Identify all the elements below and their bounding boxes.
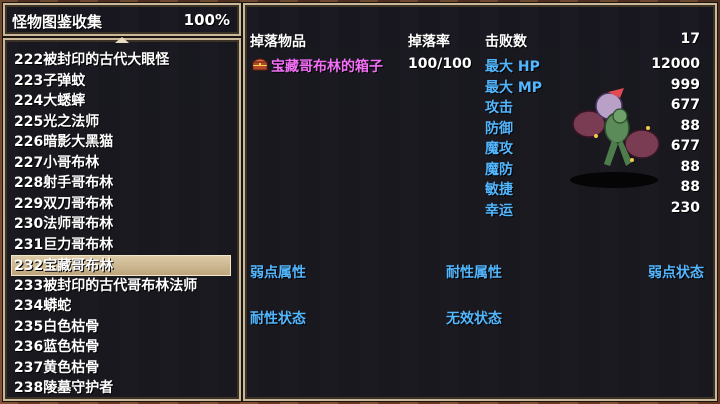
- monster-list-item[interactable]: 237黄色枯骨: [5, 358, 239, 379]
- monster-list-item[interactable]: 235白色枯骨: [5, 317, 239, 338]
- monster-list-item[interactable]: 223子弹蚊: [5, 71, 239, 92]
- monster-list-item[interactable]: 222被封印的古代大眼怪: [5, 50, 239, 71]
- resist-state-label: 耐性状态: [250, 311, 306, 327]
- treasure-goblin-sprite: [570, 88, 660, 188]
- completion-percent: 100%: [183, 11, 230, 29]
- monster-list-item[interactable]: 236蓝色枯骨: [5, 337, 239, 358]
- monster-list-item[interactable]: 229双刀哥布林: [5, 194, 239, 215]
- scroll-up-arrow-icon[interactable]: [115, 37, 129, 43]
- monster-list-item[interactable]: 238陵墓守护者: [5, 378, 239, 399]
- defeated-label: 击败数: [485, 34, 527, 50]
- drop-rate-header: 掉落率: [408, 34, 450, 50]
- stat-value: 230: [670, 199, 700, 216]
- drop-item-rate: 100/100: [408, 56, 472, 72]
- monster-list-item[interactable]: 234蟒蛇: [5, 296, 239, 317]
- monster-list-item[interactable]: 227小哥布林: [5, 153, 239, 174]
- drop-item-header: 掉落物品: [250, 34, 306, 50]
- monster-list-item[interactable]: 231巨力哥布林: [5, 235, 239, 256]
- treasure-chest-icon: [252, 58, 268, 71]
- resist-attribute-label: 耐性属性: [446, 265, 502, 281]
- monster-list-item[interactable]: 224大蟋蟀: [5, 91, 239, 112]
- monster-list-window[interactable]: 222被封印的古代大眼怪 223子弹蚊 224大蟋蟀 225光之法师 226暗影大黑猫 2…: [3, 37, 241, 401]
- weak-attribute-label: 弱点属性: [250, 265, 306, 281]
- drop-item-name: 宝藏哥布林的箱子: [271, 59, 383, 75]
- monster-list-item[interactable]: 230法师哥布林: [5, 214, 239, 235]
- collection-title: 怪物图鉴收集: [12, 13, 103, 31]
- weak-state-label: 弱点状态: [648, 265, 704, 281]
- stat-label: 魔攻: [485, 141, 513, 157]
- title-window: 怪物图鉴收集 100%: [3, 3, 241, 36]
- monster-list-item[interactable]: 226暗影大黑猫: [5, 132, 239, 153]
- stat-value: 12000: [651, 56, 700, 72]
- monster-list-item[interactable]: 228射手哥布林: [5, 173, 239, 194]
- stat-label: 敏捷: [485, 182, 513, 198]
- monster-list-item[interactable]: 233被封印的古代哥布林法师: [5, 276, 239, 297]
- stat-label: 最大 HP: [485, 59, 540, 75]
- monster-list-item[interactable]: 232宝藏哥布林: [11, 255, 231, 276]
- immune-state-label: 无效状态: [446, 311, 502, 327]
- defeated-value: 17: [680, 31, 700, 47]
- stat-label: 最大 MP: [485, 79, 543, 96]
- monster-list-item[interactable]: 225光之法师: [5, 112, 239, 133]
- monster-list: 222被封印的古代大眼怪 223子弹蚊 224大蟋蟀 225光之法师 226暗影大黑猫 2…: [5, 50, 239, 399]
- stat-label: 幸运: [485, 202, 513, 219]
- stat-label: 魔防: [485, 161, 513, 178]
- stat-label: 攻击: [485, 100, 513, 116]
- stat-label: 防御: [485, 120, 513, 137]
